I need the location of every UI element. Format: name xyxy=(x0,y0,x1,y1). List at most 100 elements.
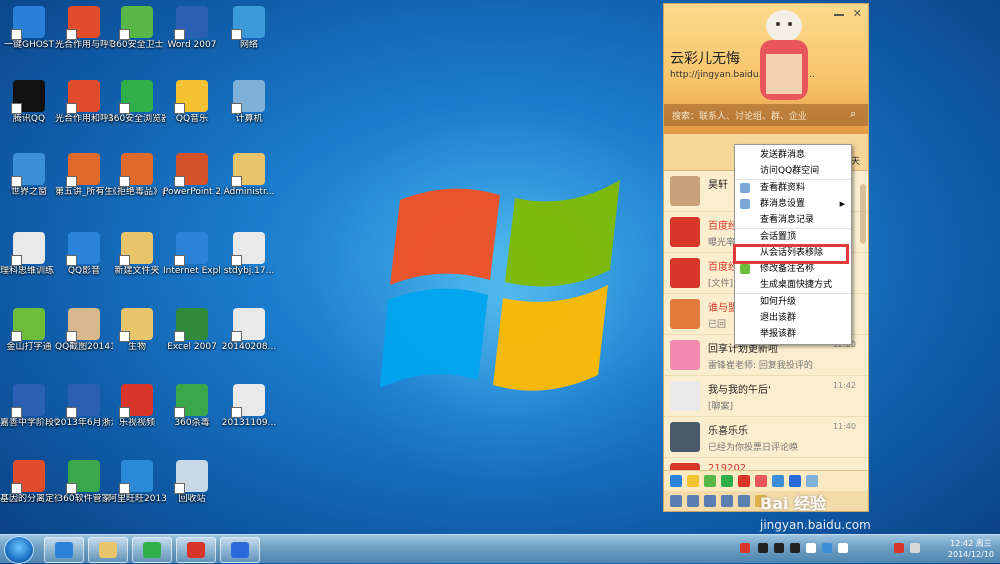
desktop-icon[interactable]: 360杀毒 xyxy=(163,384,221,429)
search-icon[interactable]: ⌕ xyxy=(850,107,856,121)
app-shortcut-icon[interactable] xyxy=(772,475,784,487)
desktop-icon[interactable]: 20140208... xyxy=(220,308,278,353)
menu-item-5[interactable]: 会话置顶 xyxy=(735,228,851,245)
app-shortcut-icon[interactable] xyxy=(789,475,801,487)
desktop-icon[interactable]: Excel 2007 xyxy=(163,308,221,353)
conversation-preview: 已经为你投票日评论唤 xyxy=(708,443,799,453)
menu-item-4[interactable]: 查看消息记录 xyxy=(735,212,851,228)
desktop-icon-label: 《拒绝毒品》ppt课... xyxy=(108,187,166,197)
taskbar-clock[interactable]: 12:42 周三 2014/12/10 xyxy=(948,538,994,560)
conversation-name: 昊轩 xyxy=(708,180,728,191)
mail-icon[interactable] xyxy=(738,495,750,507)
desktop-icon[interactable]: QQ截图20141208... xyxy=(55,308,113,353)
desktop-icon[interactable]: 光合作用和呼吸作用专... xyxy=(55,80,113,125)
menu-item-0[interactable]: 发送群消息 xyxy=(735,147,851,163)
desktop-icon[interactable]: 20131109... xyxy=(220,384,278,429)
menu-item-2[interactable]: 查看群资料 xyxy=(735,179,851,196)
360-browser-taskbar-button[interactable] xyxy=(132,537,172,563)
desktop-icon[interactable]: 理科思维训练（一）... xyxy=(0,232,58,277)
qq-icon xyxy=(11,80,45,114)
app-shortcut-icon[interactable] xyxy=(721,475,733,487)
tray-qq-icon[interactable] xyxy=(758,543,768,553)
menu-item-11[interactable]: 举报该群 xyxy=(735,326,851,342)
letv-taskbar-button[interactable] xyxy=(176,537,216,563)
app-shortcut-icon[interactable] xyxy=(755,475,767,487)
desktop-icon[interactable]: stdybj.17... xyxy=(220,232,278,277)
desktop-icon[interactable]: Internet Explorer xyxy=(163,232,221,277)
folder-icon[interactable] xyxy=(721,495,733,507)
desktop-icon[interactable]: 360软件管家 xyxy=(55,460,113,505)
desktop-icon[interactable]: 基因的分离定律(第一... xyxy=(0,460,58,505)
menu-item-3[interactable]: 群消息设置 ▶ xyxy=(735,196,851,212)
desktop-icon-label: QQ影音 xyxy=(67,266,101,276)
qq-nickname[interactable]: 云彩儿无悔 xyxy=(670,48,740,68)
tray-le-icon[interactable] xyxy=(894,543,904,553)
menu-item-9[interactable]: 如何升级 xyxy=(735,293,851,310)
desktop-icon[interactable]: 《拒绝毒品》ppt课... xyxy=(108,153,166,198)
tray-volume-icon[interactable] xyxy=(910,543,920,553)
shortcut-arrow-icon xyxy=(66,255,77,266)
app-shortcut-icon[interactable] xyxy=(738,475,750,487)
desktop-icon[interactable]: 乐视视频 xyxy=(108,384,166,429)
qq-search-input[interactable]: 搜索：联系人、讨论组、群、企业 xyxy=(672,109,807,122)
app-shortcut-icon[interactable] xyxy=(704,475,716,487)
conversation-preview: 雷锋崔老师: 回复我投评的 xyxy=(708,361,813,371)
explorer-taskbar-button[interactable] xyxy=(88,537,128,563)
avatar xyxy=(670,422,700,452)
desktop-icon[interactable]: 网络 xyxy=(220,6,278,51)
desktop-icon-label: 360杀毒 xyxy=(174,418,210,428)
tray-qq-icon[interactable] xyxy=(790,543,800,553)
ie-taskbar-button[interactable] xyxy=(44,537,84,563)
app-shortcut-icon[interactable] xyxy=(687,475,699,487)
submenu-arrow-icon: ▶ xyxy=(839,200,845,208)
desktop-icon[interactable]: 回收站 xyxy=(163,460,221,505)
menu-icon[interactable] xyxy=(670,495,682,507)
baidu-watermark-url: jingyan.baidu.com xyxy=(760,518,871,532)
qq-search-bar[interactable]: 搜索：联系人、讨论组、群、企业 ⌕ xyxy=(664,104,868,126)
close-icon[interactable]: ✕ xyxy=(853,7,862,20)
app-shortcut-icon[interactable] xyxy=(806,475,818,487)
desktop-icon[interactable]: 世界之窗 xyxy=(0,153,58,198)
tray-flag-icon[interactable] xyxy=(838,543,848,553)
tray-arrow-icon[interactable] xyxy=(806,543,816,553)
start-button[interactable] xyxy=(4,536,34,564)
desktop-icon[interactable]: 嘉善中学阶段性考试... xyxy=(0,384,58,429)
desktop-icon[interactable]: 360安全卫士 xyxy=(108,6,166,51)
menu-item-1[interactable]: 访问QQ群空间 xyxy=(735,163,851,179)
desktop-icon[interactable]: Administr... xyxy=(220,153,278,198)
shortcut-arrow-icon xyxy=(231,29,242,40)
tray-network-icon[interactable] xyxy=(822,543,832,553)
desktop-icon[interactable]: PowerPoint 2007 xyxy=(163,153,221,198)
shortcut-arrow-icon xyxy=(174,407,185,418)
desktop-icon[interactable]: 新建文件夹 xyxy=(108,232,166,277)
menu-item-8[interactable]: 生成桌面快捷方式 xyxy=(735,277,851,293)
gear-icon[interactable] xyxy=(687,495,699,507)
menu-item-10[interactable]: 退出该群 xyxy=(735,310,851,326)
scrollbar[interactable] xyxy=(860,184,866,244)
desktop-icon[interactable]: 阿里旺旺2013 xyxy=(108,460,166,505)
desktop-icon[interactable]: QQ影音 xyxy=(55,232,113,277)
tray-s-icon[interactable] xyxy=(740,543,750,553)
app-shortcut-icon[interactable] xyxy=(670,475,682,487)
baidu-taskbar-button[interactable] xyxy=(220,537,260,563)
shortcut-arrow-icon xyxy=(174,483,185,494)
desktop-icon[interactable]: 腾讯QQ xyxy=(0,80,58,125)
tray-qq-icon[interactable] xyxy=(774,543,784,553)
desktop-icon[interactable]: 一键GHOST xyxy=(0,6,58,51)
minimize-icon[interactable] xyxy=(834,14,844,16)
desktop-icon[interactable]: QQ音乐 xyxy=(163,80,221,125)
desktop-icon[interactable]: 360安全浏览器7 xyxy=(108,80,166,125)
desktop-icon[interactable]: 生物 xyxy=(108,308,166,353)
volume-icon[interactable] xyxy=(704,495,716,507)
menu-item-label: 如何升级 xyxy=(760,297,797,307)
word-icon xyxy=(174,6,208,40)
conversation-item[interactable]: 乐喜乐乐 已经为你投票日评论唤 11:40 xyxy=(664,417,868,458)
desktop-icon[interactable]: 光合作用与呼吸作用... xyxy=(55,6,113,51)
conversation-item[interactable]: 我与我的午后' [聊案] 11:42 xyxy=(664,376,868,417)
desktop-icon[interactable]: 计算机 xyxy=(220,80,278,125)
shortcut-arrow-icon xyxy=(174,331,185,342)
desktop-icon[interactable]: 第五讲_所有生命都需... xyxy=(55,153,113,198)
desktop-icon[interactable]: Word 2007 xyxy=(163,6,221,51)
desktop-icon[interactable]: 2013年6月浙江省普通高... xyxy=(55,384,113,429)
desktop-icon[interactable]: 金山打字通 xyxy=(0,308,58,353)
